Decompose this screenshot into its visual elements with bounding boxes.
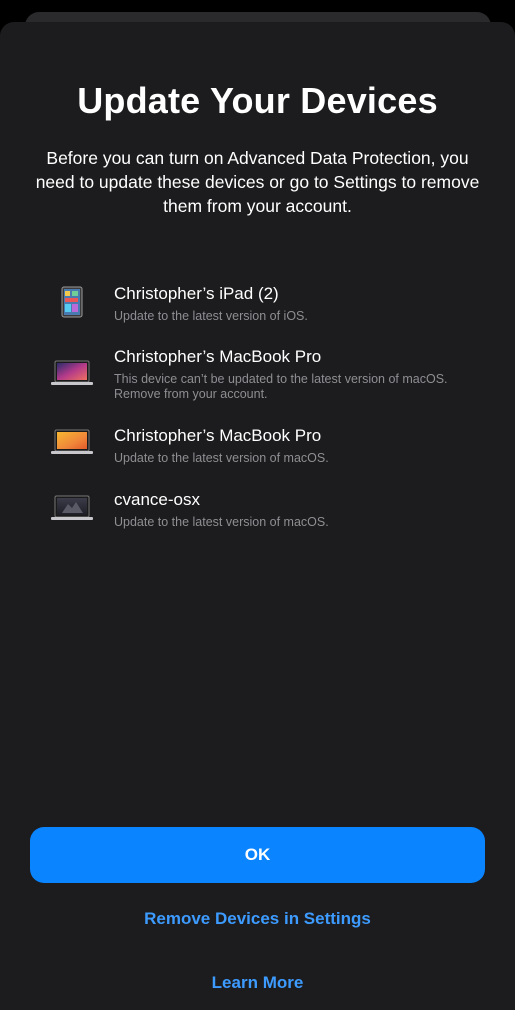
learn-more-link[interactable]: Learn More (0, 973, 515, 993)
remove-devices-in-settings-link[interactable]: Remove Devices in Settings (0, 909, 515, 929)
macbook-pro-icon (48, 353, 96, 393)
page-subtitle: Before you can turn on Advanced Data Pro… (35, 148, 480, 216)
device-description: Update to the latest version of macOS. (114, 515, 329, 529)
device-description: Update to the latest version of iOS. (114, 309, 308, 323)
ok-button[interactable]: OK (30, 827, 485, 883)
device-name: cvance-osx (114, 490, 200, 509)
ipad-icon (48, 282, 96, 322)
device-name: Christopher’s iPad (2) (114, 284, 279, 303)
device-description: Update to the latest version of macOS. (114, 451, 329, 465)
device-description: This device can’t be updated to the late… (114, 372, 448, 401)
page-title: Update Your Devices (77, 80, 438, 121)
device-name: Christopher’s MacBook Pro (114, 426, 322, 445)
macbook-pro-icon (48, 422, 96, 462)
device-name: Christopher’s MacBook Pro (114, 347, 322, 366)
macbook-icon (48, 488, 96, 528)
